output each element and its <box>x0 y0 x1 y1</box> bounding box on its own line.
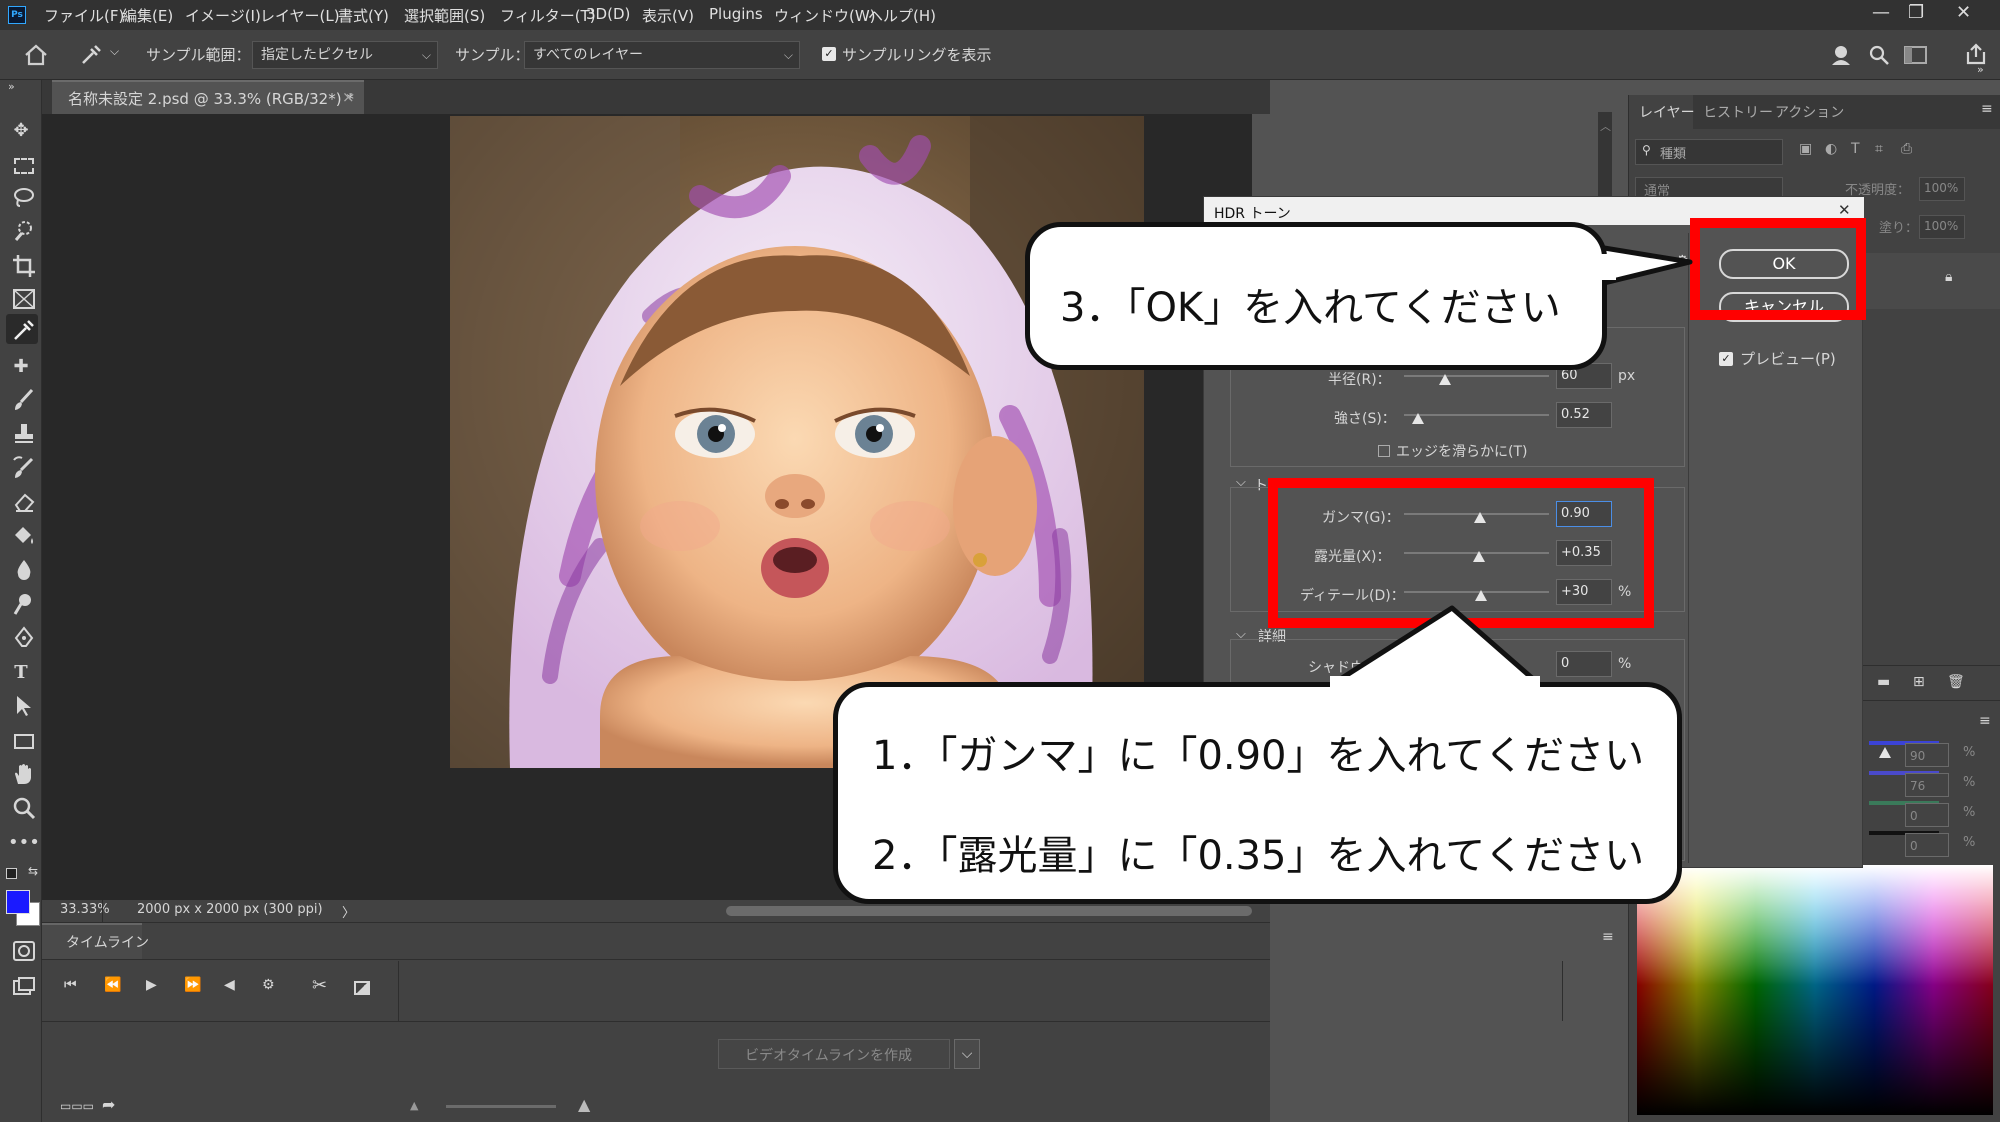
photoshop-window: Ps ファイル(F) 編集(E) イメージ(I) レイヤー(L) 書式(Y) 選… <box>0 0 2000 1125</box>
pointer-join-ok <box>1594 254 1616 280</box>
callout-pointer-covers <box>1330 254 1616 698</box>
pointer-join-tone <box>1330 676 1540 698</box>
